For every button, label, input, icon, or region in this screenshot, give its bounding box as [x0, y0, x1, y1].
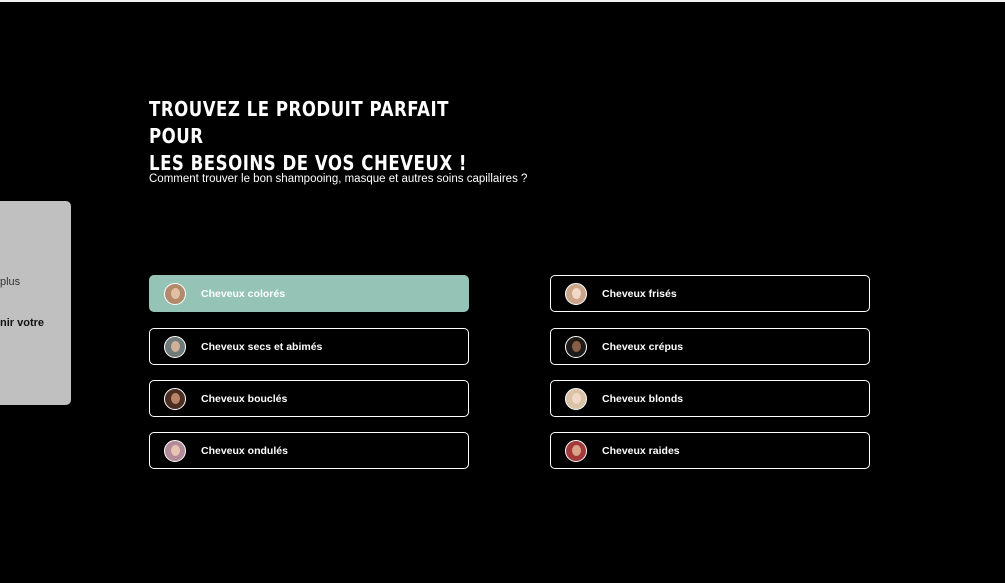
woman-portrait-icon	[565, 282, 587, 305]
hair-type-button-boucles[interactable]: Cheveux bouclés	[149, 380, 469, 417]
page-title: TROUVEZ LE PRODUIT PARFAIT POUR LES BESO…	[149, 96, 506, 177]
side-carousel-card[interactable]: plus nir votre	[0, 201, 71, 405]
hair-type-button-blonds[interactable]: Cheveux blonds	[550, 380, 870, 417]
woman-portrait-icon	[565, 387, 587, 410]
hair-type-button-frises[interactable]: Cheveux frisés	[550, 275, 870, 312]
hair-type-label: Cheveux raides	[602, 444, 680, 457]
hair-type-label: Cheveux frisés	[602, 287, 677, 300]
hair-type-label: Cheveux bouclés	[201, 392, 288, 405]
hair-type-label: Cheveux crépus	[602, 340, 684, 353]
hair-type-button-colores[interactable]: Cheveux colorés	[149, 275, 469, 312]
hair-type-button-ondules[interactable]: Cheveux ondulés	[149, 432, 469, 469]
hair-type-label: Cheveux ondulés	[201, 444, 288, 457]
woman-portrait-icon	[565, 439, 587, 462]
hair-type-label: Cheveux colorés	[201, 287, 286, 300]
hair-type-button-raides[interactable]: Cheveux raides	[550, 432, 870, 469]
hair-type-label: Cheveux secs et abimés	[201, 340, 323, 353]
woman-portrait-icon	[164, 335, 186, 358]
top-divider	[0, 0, 1005, 2]
hair-type-button-secs-abimes[interactable]: Cheveux secs et abimés	[149, 328, 469, 365]
woman-portrait-icon	[164, 282, 186, 305]
hair-type-button-crepus[interactable]: Cheveux crépus	[550, 328, 870, 365]
title-line-1: TROUVEZ LE PRODUIT PARFAIT POUR	[149, 97, 450, 148]
side-card-link[interactable]: nir votre	[0, 317, 44, 329]
page-subtitle: Comment trouver le bon shampooing, masqu…	[149, 173, 528, 185]
woman-portrait-icon	[565, 335, 587, 358]
side-card-text: plus	[0, 276, 21, 288]
woman-portrait-icon	[164, 439, 186, 462]
hair-type-label: Cheveux blonds	[602, 392, 684, 405]
woman-portrait-icon	[164, 387, 186, 410]
